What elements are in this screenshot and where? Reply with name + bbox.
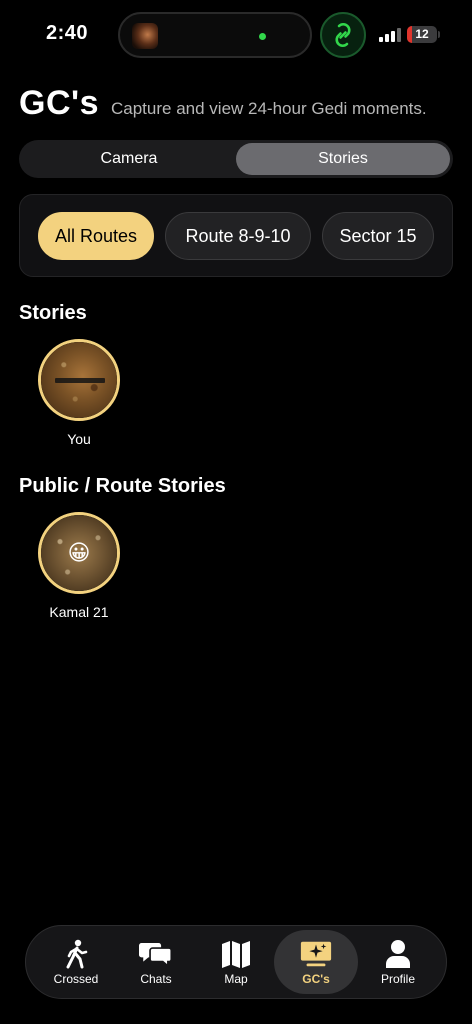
- tab-map[interactable]: Map: [194, 930, 278, 994]
- map-icon: [219, 939, 253, 969]
- tab-crossed[interactable]: Crossed: [34, 930, 118, 994]
- story-name: You: [67, 431, 91, 447]
- tab-label: Map: [224, 971, 248, 986]
- page-header: GC's Capture and view 24-hour Gedi momen…: [19, 84, 427, 123]
- walking-person-icon: [59, 939, 93, 969]
- public-story-name: Kamal 21: [49, 604, 109, 620]
- page-title: GC's: [19, 84, 99, 122]
- camera-stories-toggle: Camera Stories: [19, 140, 453, 178]
- dynamic-island[interactable]: [118, 12, 312, 58]
- route-filter-card: All Routes Route 8-9-10 Sector 15: [19, 194, 453, 277]
- tab-label: Chats: [140, 971, 172, 986]
- filter-all-routes[interactable]: All Routes: [38, 212, 154, 260]
- public-story-item[interactable]: 😀 Kamal 21: [38, 512, 120, 620]
- tab-gcs[interactable]: GC's: [274, 930, 358, 994]
- story-caption-strip: [55, 378, 105, 383]
- tab-chats[interactable]: Chats: [114, 930, 198, 994]
- filter-sector-15[interactable]: Sector 15: [322, 212, 434, 260]
- filter-route-8-9-10[interactable]: Route 8-9-10: [165, 212, 311, 260]
- screen: 2:40 12 GC's Capture and view 24-hour Ge…: [0, 0, 472, 1024]
- chat-bubbles-icon: [139, 939, 173, 969]
- activity-dot-icon: [259, 33, 266, 40]
- now-playing-thumbnail: [132, 23, 158, 49]
- stories-section-title: Stories: [19, 302, 87, 324]
- tab-profile[interactable]: Profile: [356, 930, 440, 994]
- tab-label: Profile: [380, 971, 415, 986]
- person-icon: [381, 939, 415, 969]
- tab-label: Crossed: [53, 971, 99, 986]
- sparkle-screen-icon: [299, 939, 333, 969]
- smiley-icon: 😀: [67, 540, 91, 565]
- status-bar: 2:40 12: [0, 0, 472, 70]
- story-item[interactable]: You: [38, 339, 120, 447]
- page-subtitle: Capture and view 24-hour Gedi moments.: [111, 99, 427, 118]
- battery-level: 12: [415, 27, 429, 41]
- public-stories-section-title: Public / Route Stories: [19, 475, 226, 497]
- battery-tip: [438, 31, 440, 38]
- cellular-signal-icon: [379, 28, 401, 42]
- story-avatar[interactable]: [38, 339, 120, 421]
- tab-label: GC's: [302, 971, 330, 986]
- battery-icon: 12: [407, 26, 437, 43]
- segment-stories[interactable]: Stories: [236, 143, 450, 175]
- linked-rings-icon[interactable]: [320, 12, 366, 58]
- bottom-tab-bar: Crossed Chats Map GC's Profile: [25, 925, 447, 999]
- public-story-avatar[interactable]: 😀: [38, 512, 120, 594]
- status-time: 2:40: [46, 22, 89, 44]
- segment-camera[interactable]: Camera: [22, 143, 236, 175]
